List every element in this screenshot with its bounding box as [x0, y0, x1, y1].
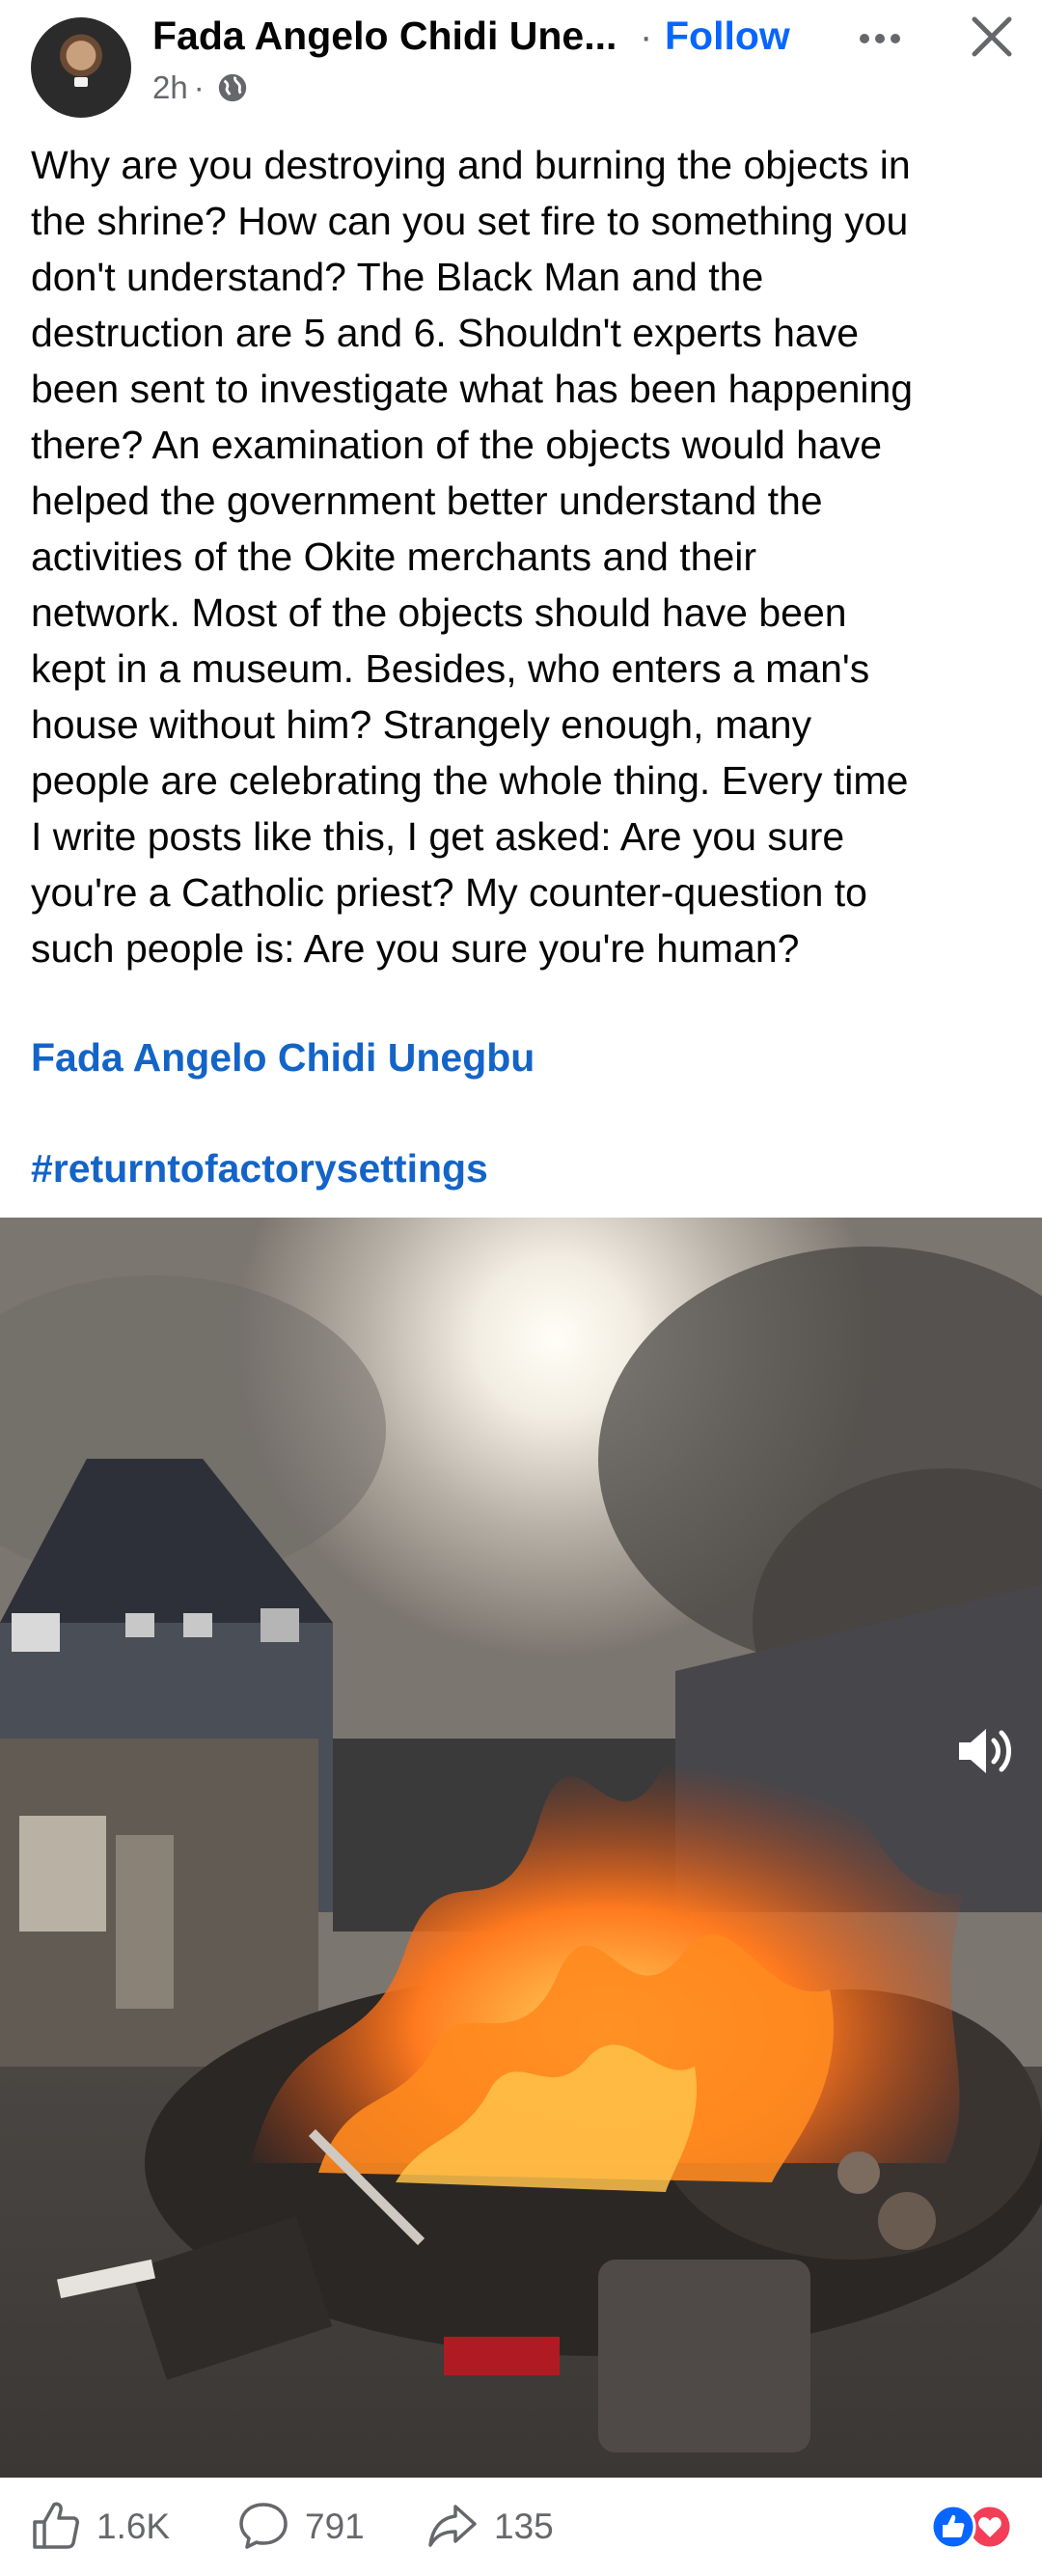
post-header: Fada Angelo Chidi Une... · Follow 2h · [0, 0, 1042, 125]
share-count: 135 [494, 2507, 554, 2546]
comment-icon [235, 2497, 291, 2558]
share-icon [425, 2497, 480, 2558]
close-icon[interactable] [963, 8, 1021, 66]
avatar[interactable] [31, 17, 131, 118]
comment-button[interactable]: 791 [235, 2497, 365, 2557]
author-name[interactable]: Fada Angelo Chidi Une... [152, 14, 617, 59]
share-button[interactable]: 135 [425, 2497, 554, 2557]
author-profile-link[interactable]: Fada Angelo Chidi Unegbu [31, 1035, 535, 1081]
like-button[interactable]: 1.6K [27, 2497, 170, 2557]
more-horizontal-icon[interactable] [853, 12, 907, 66]
avatar-collar [74, 77, 88, 87]
meta-separator: · [193, 69, 205, 105]
post-actions-bar: 1.6K 791 135 [0, 2478, 1042, 2576]
comment-count: 791 [305, 2507, 365, 2546]
like-reaction-icon [930, 2504, 976, 2550]
hashtag-link[interactable]: #returntofactorysettings [31, 1146, 488, 1192]
post-video[interactable] [0, 1218, 1042, 2478]
like-count: 1.6K [96, 2507, 171, 2546]
follow-button[interactable]: Follow [665, 14, 790, 59]
post-time[interactable]: 2h [152, 69, 188, 106]
volume-icon[interactable] [949, 1715, 1021, 1787]
post-body-text: Why are you destroying and burning the o… [31, 143, 914, 971]
post-meta: 2h · [152, 69, 249, 106]
header-separator: · [640, 15, 653, 58]
thumbs-up-icon [27, 2497, 83, 2558]
reaction-summary[interactable] [928, 2503, 1015, 2551]
globe-icon [216, 71, 249, 104]
